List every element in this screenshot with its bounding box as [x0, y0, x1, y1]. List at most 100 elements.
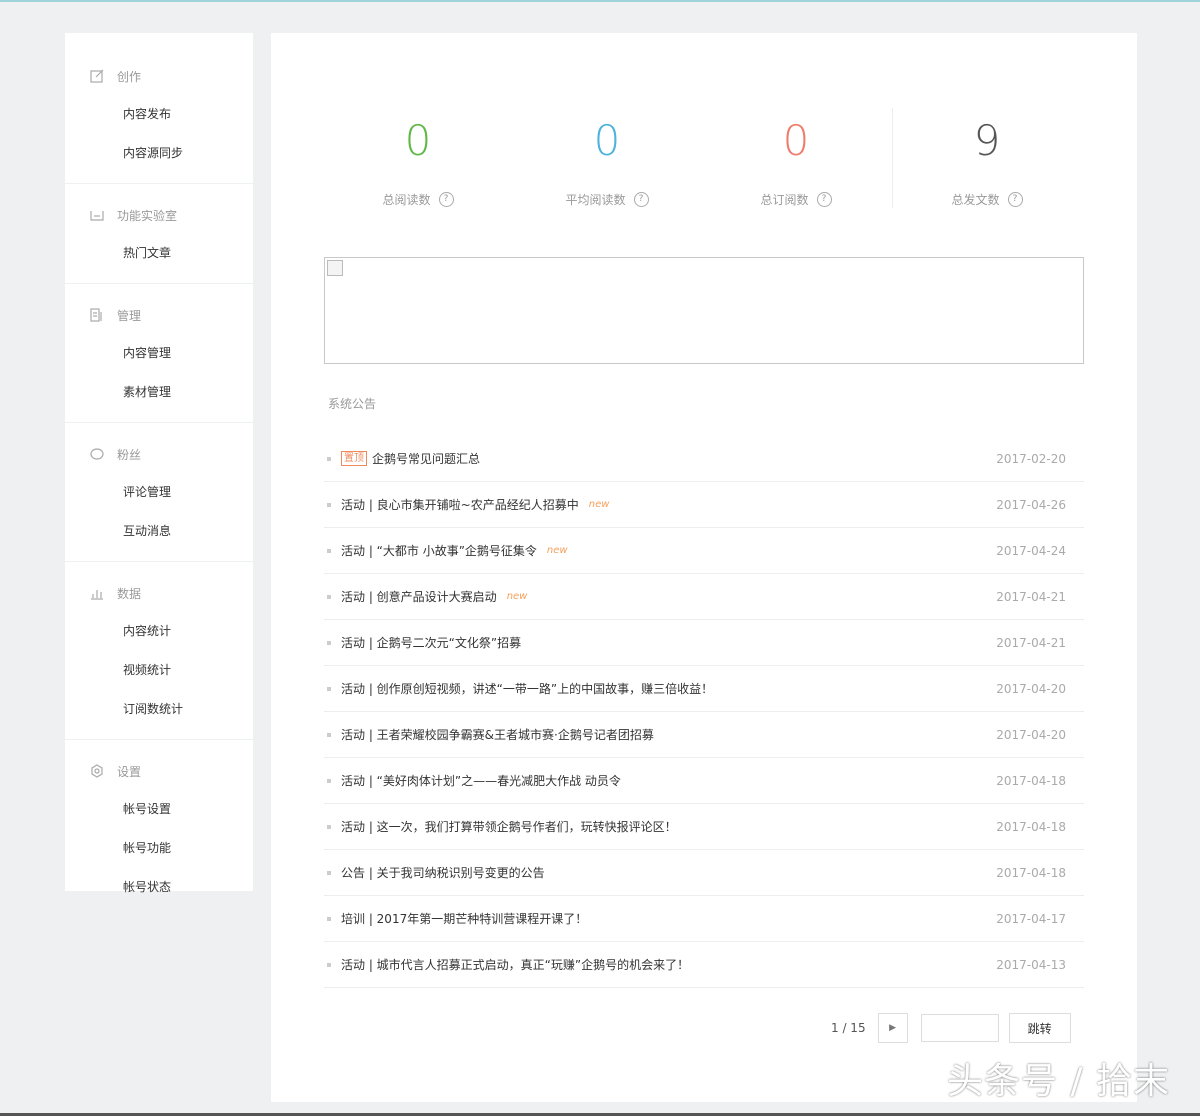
watermark: 头条号 / 拾末 — [946, 1061, 1170, 1102]
notice-date: 2017-04-24 — [996, 543, 1066, 558]
bullet-icon — [327, 732, 331, 737]
notice-row[interactable]: 活动 | 王者荣耀校园争霸赛&王者城市赛·企鹅号记者团招募 2017-04-20 — [324, 712, 1084, 758]
notice-row[interactable]: 活动 | 这一次，我们打算带领企鹅号作者们，玩转快报评论区！ 2017-04-18 — [324, 804, 1084, 850]
stat-label: 总订阅数? — [706, 191, 886, 208]
sidebar: 创作 内容发布 内容源同步功能实验室 热门文章管理内容管理 素材管理粉丝 评论管理 互动消息… — [65, 33, 253, 894]
sidebar-group: 粉丝 评论管理 互动消息 — [65, 423, 253, 562]
stat-card: 0 总订阅数? — [706, 113, 886, 208]
stat-card: 0 平均阅读数? — [517, 113, 697, 208]
stat-value: 9 — [973, 116, 1001, 165]
notice-link[interactable]: 活动 | 创作原创短视频，讲述“一带一路”上的中国故事，赚三倍收益！ — [341, 680, 713, 697]
notice-link[interactable]: 活动 | “大都市 小故事”企鹅号征集令 — [341, 542, 537, 559]
notice-row[interactable]: 活动 | 良心市集开铺啦~农产品经纪人招募中 new 2017-04-26 — [324, 482, 1084, 528]
pinned-badge: 置顶 — [341, 451, 367, 466]
notice-row[interactable]: 活动 | “美好肉体计划”之——春光减肥大作战 动员令 2017-04-18 — [324, 758, 1084, 804]
sidebar-item[interactable]: 内容统计 — [65, 612, 253, 651]
notice-link[interactable]: 企鹅号常见问题汇总 — [372, 450, 480, 467]
sidebar-item[interactable]: 互动消息 — [65, 512, 253, 551]
stat-card: 0 总阅读数? — [328, 113, 508, 208]
stat-label: 总阅读数? — [328, 191, 508, 208]
notice-date: 2017-04-17 — [996, 911, 1066, 926]
stat-value: 0 — [782, 116, 810, 165]
stat-label-text: 总阅读数 — [382, 193, 431, 207]
stats-divider — [892, 108, 893, 208]
bullet-icon — [327, 962, 331, 967]
sidebar-group: 功能实验室 热门文章 — [65, 184, 253, 284]
sidebar-group: 设置帐号设置 帐号功能 帐号状态 — [65, 740, 253, 917]
sidebar-item[interactable]: 视频统计 — [65, 651, 253, 690]
bar-chart-icon — [89, 585, 105, 601]
top-border — [0, 0, 1200, 2]
sidebar-item[interactable]: 订阅数统计 — [65, 690, 253, 729]
broken-image-icon — [327, 260, 343, 276]
sidebar-item[interactable]: 内容源同步 — [65, 134, 253, 173]
notice-row[interactable]: 活动 | 创意产品设计大赛启动 new 2017-04-21 — [324, 574, 1084, 620]
notice-row[interactable]: 活动 | 城市代言人招募正式启动，真正“玩赚”企鹅号的机会来了！ 2017-04-… — [324, 942, 1084, 988]
play-right-icon: ▶ — [889, 1023, 897, 1033]
sidebar-item[interactable]: 热门文章 — [65, 234, 253, 273]
next-page-button[interactable]: ▶ — [877, 1013, 908, 1043]
notice-date: 2017-04-26 — [996, 497, 1066, 512]
notice-date: 2017-04-21 — [996, 635, 1066, 650]
notice-row[interactable]: 活动 | 企鹅号二次元“文化祭”招募 2017-04-21 — [324, 620, 1084, 666]
sidebar-group-header: 管理 — [65, 296, 253, 334]
sidebar-group-header: 数据 — [65, 574, 253, 612]
sidebar-group-header: 创作 — [65, 57, 253, 95]
notice-link[interactable]: 活动 | 企鹅号二次元“文化祭”招募 — [341, 634, 521, 651]
bullet-icon — [327, 778, 331, 783]
bullet-icon — [327, 594, 331, 599]
help-icon[interactable]: ? — [816, 192, 832, 207]
notice-link[interactable]: 公告 | 关于我司纳税识别号变更的公告 — [341, 864, 545, 881]
notice-date: 2017-04-18 — [996, 773, 1066, 788]
notice-link[interactable]: 活动 | 王者荣耀校园争霸赛&王者城市赛·企鹅号记者团招募 — [341, 726, 654, 743]
stat-card: 9 总发文数? — [897, 113, 1077, 208]
sidebar-item[interactable]: 素材管理 — [65, 373, 253, 412]
sidebar-item[interactable]: 评论管理 — [65, 473, 253, 512]
bullet-icon — [327, 824, 331, 829]
page-number-input[interactable] — [920, 1014, 999, 1042]
sidebar-item[interactable]: 帐号状态 — [65, 868, 253, 907]
notice-date: 2017-04-18 — [996, 865, 1066, 880]
help-icon[interactable]: ? — [1007, 192, 1023, 207]
notice-link[interactable]: 活动 | “美好肉体计划”之——春光减肥大作战 动员令 — [341, 772, 621, 789]
sidebar-item[interactable]: 内容发布 — [65, 95, 253, 134]
lab-icon — [89, 207, 105, 223]
sidebar-group: 管理内容管理 素材管理 — [65, 284, 253, 423]
banner-image[interactable] — [324, 257, 1084, 364]
notice-date: 2017-04-18 — [996, 819, 1066, 834]
bullet-icon — [327, 548, 331, 553]
help-icon[interactable]: ? — [633, 192, 649, 207]
gear-icon — [89, 763, 105, 779]
stat-value: 0 — [593, 116, 621, 165]
new-badge: new — [588, 499, 610, 510]
notice-link[interactable]: 活动 | 创意产品设计大赛启动 — [341, 588, 497, 605]
notice-row[interactable]: 活动 | 创作原创短视频，讲述“一带一路”上的中国故事，赚三倍收益！ 2017-0… — [324, 666, 1084, 712]
notice-link[interactable]: 培训 | 2017年第一期芒种特训营课程开课了！ — [341, 910, 587, 927]
sidebar-group-title: 设置 — [117, 764, 142, 779]
sidebar-item[interactable]: 帐号功能 — [65, 829, 253, 868]
stat-label: 总发文数? — [897, 191, 1077, 208]
bullet-icon — [327, 502, 331, 507]
notice-link[interactable]: 活动 | 这一次，我们打算带领企鹅号作者们，玩转快报评论区！ — [341, 818, 677, 835]
notice-row[interactable]: 活动 | “大都市 小故事”企鹅号征集令 new 2017-04-24 — [324, 528, 1084, 574]
stat-label-text: 总订阅数 — [760, 193, 809, 207]
bullet-icon — [327, 640, 331, 645]
stat-label: 平均阅读数? — [517, 191, 697, 208]
sidebar-item[interactable]: 内容管理 — [65, 334, 253, 373]
help-icon[interactable]: ? — [438, 192, 454, 207]
chat-icon — [89, 446, 105, 462]
pagination: 1 / 15 ▶ 跳转 — [831, 1013, 1071, 1043]
jump-button[interactable]: 跳转 — [1008, 1013, 1071, 1043]
notice-row[interactable]: 培训 | 2017年第一期芒种特训营课程开课了！ 2017-04-17 — [324, 896, 1084, 942]
notice-row[interactable]: 置顶 企鹅号常见问题汇总 2017-02-20 — [324, 436, 1084, 482]
bullet-icon — [327, 456, 331, 461]
notice-link[interactable]: 活动 | 城市代言人招募正式启动，真正“玩赚”企鹅号的机会来了！ — [341, 956, 689, 973]
page-info: 1 / 15 — [831, 1021, 866, 1035]
notice-link[interactable]: 活动 | 良心市集开铺啦~农产品经纪人招募中 — [341, 496, 579, 513]
edit-icon — [89, 68, 105, 84]
bullet-icon — [327, 870, 331, 875]
notice-row[interactable]: 公告 | 关于我司纳税识别号变更的公告 2017-04-18 — [324, 850, 1084, 896]
sidebar-item[interactable]: 帐号设置 — [65, 790, 253, 829]
sidebar-group-title: 管理 — [117, 308, 142, 323]
notice-date: 2017-04-21 — [996, 589, 1066, 604]
